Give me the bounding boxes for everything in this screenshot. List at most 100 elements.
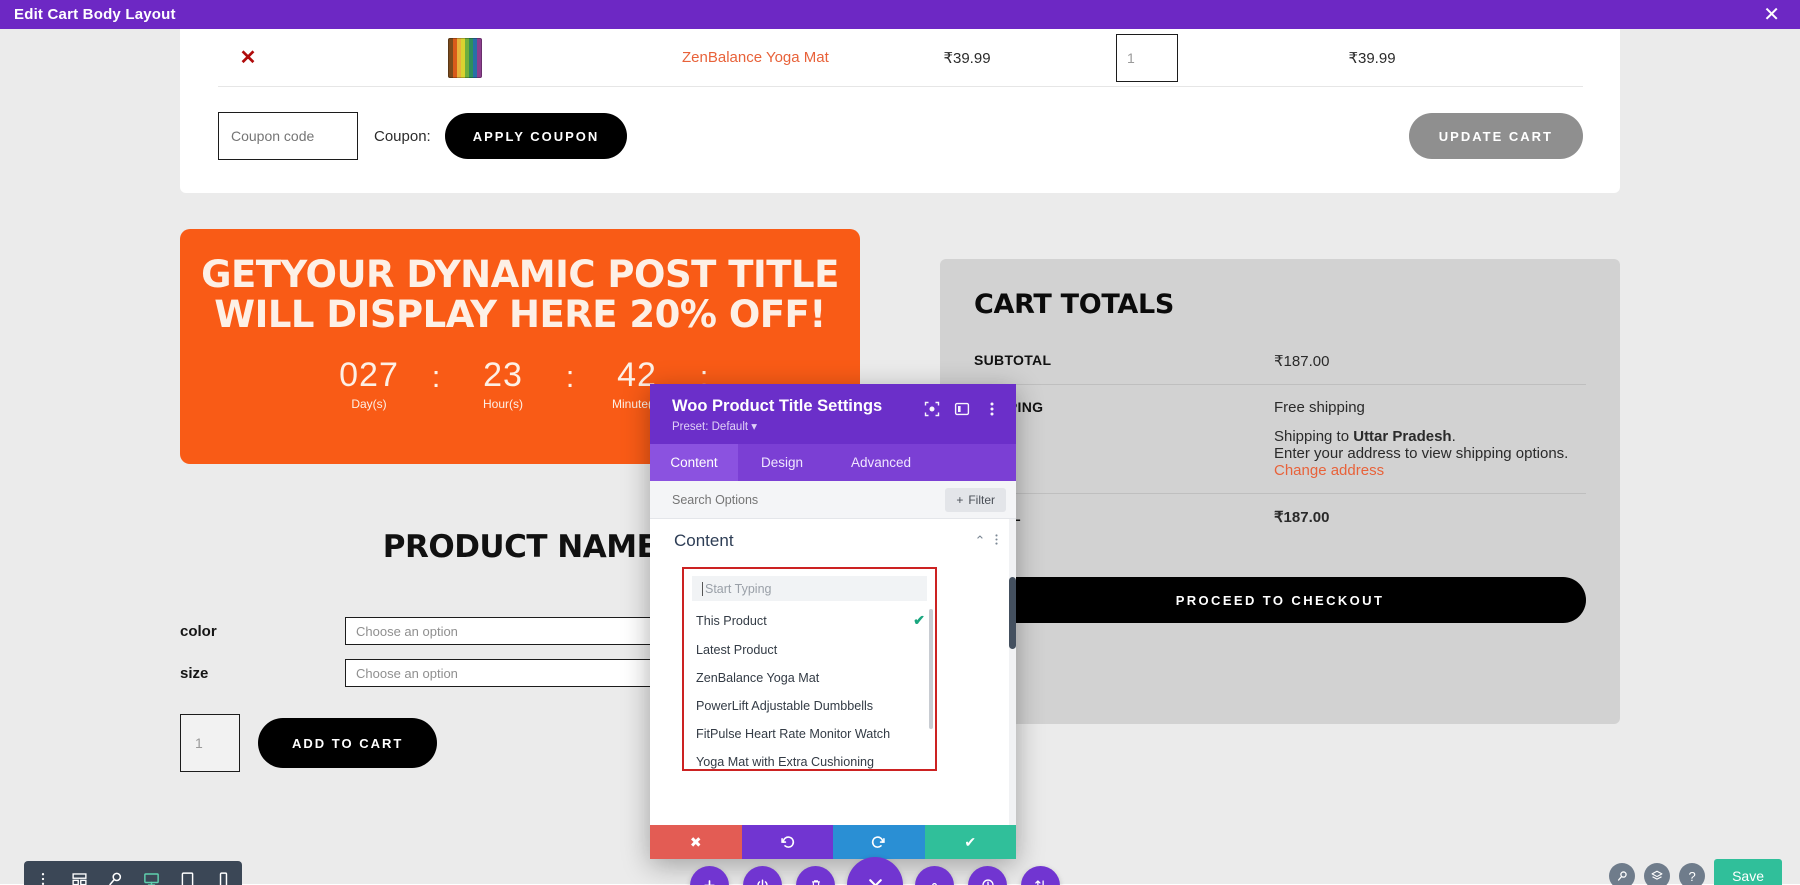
cart-product-name[interactable]: ZenBalance Yoga Mat [682, 49, 892, 66]
question-icon[interactable]: ? [1679, 863, 1705, 885]
save-changes-button[interactable]: ✔ [925, 825, 1017, 859]
page-canvas: ✕ ZenBalance Yoga Mat ₹39.99 ₹39.99 Coup… [0, 29, 1800, 885]
countdown-days-value: 027 [319, 357, 419, 394]
shipping-label: SHIPPING [974, 399, 1274, 479]
shipping-method: Free shipping [1274, 399, 1568, 416]
coupon-label: Coupon: [374, 128, 431, 145]
focus-target-icon[interactable] [924, 401, 940, 417]
shipping-to-suffix: . [1452, 428, 1456, 445]
shipping-destination: Shipping to Uttar Pradesh. Enter your ad… [1274, 428, 1568, 479]
total-label: TOTAL [974, 508, 1274, 526]
modal-scrollbar[interactable] [1009, 519, 1016, 825]
trash-icon[interactable] [796, 866, 835, 885]
countdown-days-label: Day(s) [319, 397, 419, 411]
countdown-unit-hours: 23 Hour(s) [453, 357, 553, 411]
power-icon[interactable] [743, 866, 782, 885]
undo-button[interactable] [742, 825, 834, 859]
dropdown-option-label: Yoga Mat with Extra Cushioning [696, 755, 874, 769]
list-item[interactable]: FitPulse Heart Rate Monitor Watch [684, 720, 935, 748]
builder-action-bar [690, 857, 1060, 885]
discard-changes-button[interactable]: ✖ [650, 825, 742, 859]
coupon-row: Coupon: APPLY COUPON UPDATE CART [218, 101, 1583, 171]
list-item[interactable]: Latest Product [684, 636, 935, 664]
product-quantity-input[interactable] [180, 714, 240, 772]
check-icon: ✔ [913, 612, 925, 629]
totals-row-shipping: SHIPPING Free shipping Shipping to Uttar… [974, 385, 1586, 494]
countdown-separator: : [419, 357, 453, 395]
add-to-cart-row: ADD TO CART [180, 714, 437, 772]
shipping-to-prefix: Shipping to [1274, 428, 1353, 445]
cart-totals-panel: CART TOTALS SUBTOTAL ₹187.00 SHIPPING Fr… [940, 259, 1620, 724]
dropdown-option-label: ZenBalance Yoga Mat [696, 671, 819, 685]
modal-footer: ✖ ✔ [650, 825, 1016, 859]
search-icon[interactable] [1609, 863, 1635, 885]
search-icon[interactable] [104, 868, 126, 885]
list-item[interactable]: This Product ✔ [684, 605, 935, 636]
cart-product-price: ₹39.99 [892, 49, 1042, 67]
list-item[interactable]: PowerLift Adjustable Dumbbells [684, 692, 935, 720]
total-value: ₹187.00 [1274, 508, 1329, 526]
shipping-value: Free shipping Shipping to Uttar Pradesh.… [1274, 399, 1568, 479]
clock-icon[interactable] [968, 866, 1007, 885]
coupon-input[interactable] [218, 112, 358, 160]
close-builder-button[interactable] [847, 857, 903, 885]
modal-title: Woo Product Title Settings [672, 397, 924, 416]
tab-content[interactable]: Content [650, 444, 738, 481]
remove-item-icon[interactable]: ✕ [218, 45, 278, 70]
dropdown-scrollbar[interactable] [929, 609, 933, 729]
desktop-icon[interactable] [140, 868, 162, 885]
cart-line-subtotal: ₹39.99 [1252, 49, 1492, 67]
change-address-link[interactable]: Change address [1274, 462, 1568, 479]
list-item[interactable]: ZenBalance Yoga Mat [684, 664, 935, 692]
module-settings-modal: Woo Product Title Settings Preset: Defau… [650, 384, 1016, 859]
cart-quantity-wrap [1042, 34, 1252, 82]
totals-row-total: TOTAL ₹187.00 [974, 494, 1586, 526]
close-icon[interactable]: ✕ [1757, 5, 1786, 25]
promo-title: GETYOUR DYNAMIC POST TITLE WILL DISPLAY … [200, 255, 840, 335]
kebab-menu-icon[interactable] [988, 533, 1004, 549]
dropdown-option-label: Latest Product [696, 643, 777, 657]
apply-coupon-button[interactable]: APPLY COUPON [445, 113, 628, 159]
modal-preset-selector[interactable]: Preset: Default ▾ [672, 419, 924, 433]
wireframe-icon[interactable] [68, 868, 90, 885]
subtotal-value: ₹187.00 [1274, 352, 1329, 370]
panel-layout-icon[interactable] [954, 401, 970, 417]
proceed-to-checkout-button[interactable]: PROCEED TO CHECKOUT [974, 577, 1586, 623]
countdown-hours-label: Hour(s) [453, 397, 553, 411]
sort-arrows-icon[interactable] [1021, 866, 1060, 885]
add-module-button[interactable] [690, 866, 729, 885]
add-to-cart-button[interactable]: ADD TO CART [258, 718, 437, 768]
phone-icon[interactable] [212, 868, 234, 885]
gear-icon[interactable] [915, 866, 954, 885]
kebab-menu-icon[interactable] [984, 401, 1000, 417]
redo-button[interactable] [833, 825, 925, 859]
filter-label: Filter [968, 493, 995, 507]
admin-topbar: Edit Cart Body Layout ✕ [0, 0, 1800, 29]
countdown-separator: : [553, 357, 587, 395]
device-preview-toolbar [24, 861, 242, 885]
quantity-stepper[interactable] [1116, 34, 1178, 82]
dropdown-search-field[interactable]: Start Typing [692, 576, 927, 601]
modal-header-icons [924, 397, 1000, 417]
modal-body: Content ⌃ Start Typing This Product ✔ [650, 519, 1016, 825]
countdown-unit-days: 027 Day(s) [319, 357, 419, 411]
product-thumbnail[interactable] [448, 38, 482, 78]
update-cart-button[interactable]: UPDATE CART [1409, 113, 1583, 159]
list-item[interactable]: Yoga Mat with Extra Cushioning [684, 748, 935, 771]
tab-design[interactable]: Design [738, 444, 826, 481]
search-input[interactable] [672, 493, 945, 507]
tablet-icon[interactable] [176, 868, 198, 885]
cart-card: ✕ ZenBalance Yoga Mat ₹39.99 ₹39.99 Coup… [180, 29, 1620, 193]
product-select-dropdown: Start Typing This Product ✔ Latest Produ… [682, 567, 937, 771]
kebab-menu-icon[interactable] [32, 868, 54, 885]
save-button[interactable]: Save [1714, 859, 1782, 885]
modal-header[interactable]: Woo Product Title Settings Preset: Defau… [650, 384, 1016, 444]
tab-advanced[interactable]: Advanced [826, 444, 936, 481]
page-title: Edit Cart Body Layout [14, 6, 176, 23]
layers-icon[interactable] [1644, 863, 1670, 885]
dropdown-option-label: FitPulse Heart Rate Monitor Watch [696, 727, 890, 741]
filter-button[interactable]: + Filter [945, 488, 1006, 512]
chevron-up-icon[interactable]: ⌃ [972, 533, 988, 549]
section-title: Content [674, 531, 972, 551]
dropdown-option-label: PowerLift Adjustable Dumbbells [696, 699, 873, 713]
